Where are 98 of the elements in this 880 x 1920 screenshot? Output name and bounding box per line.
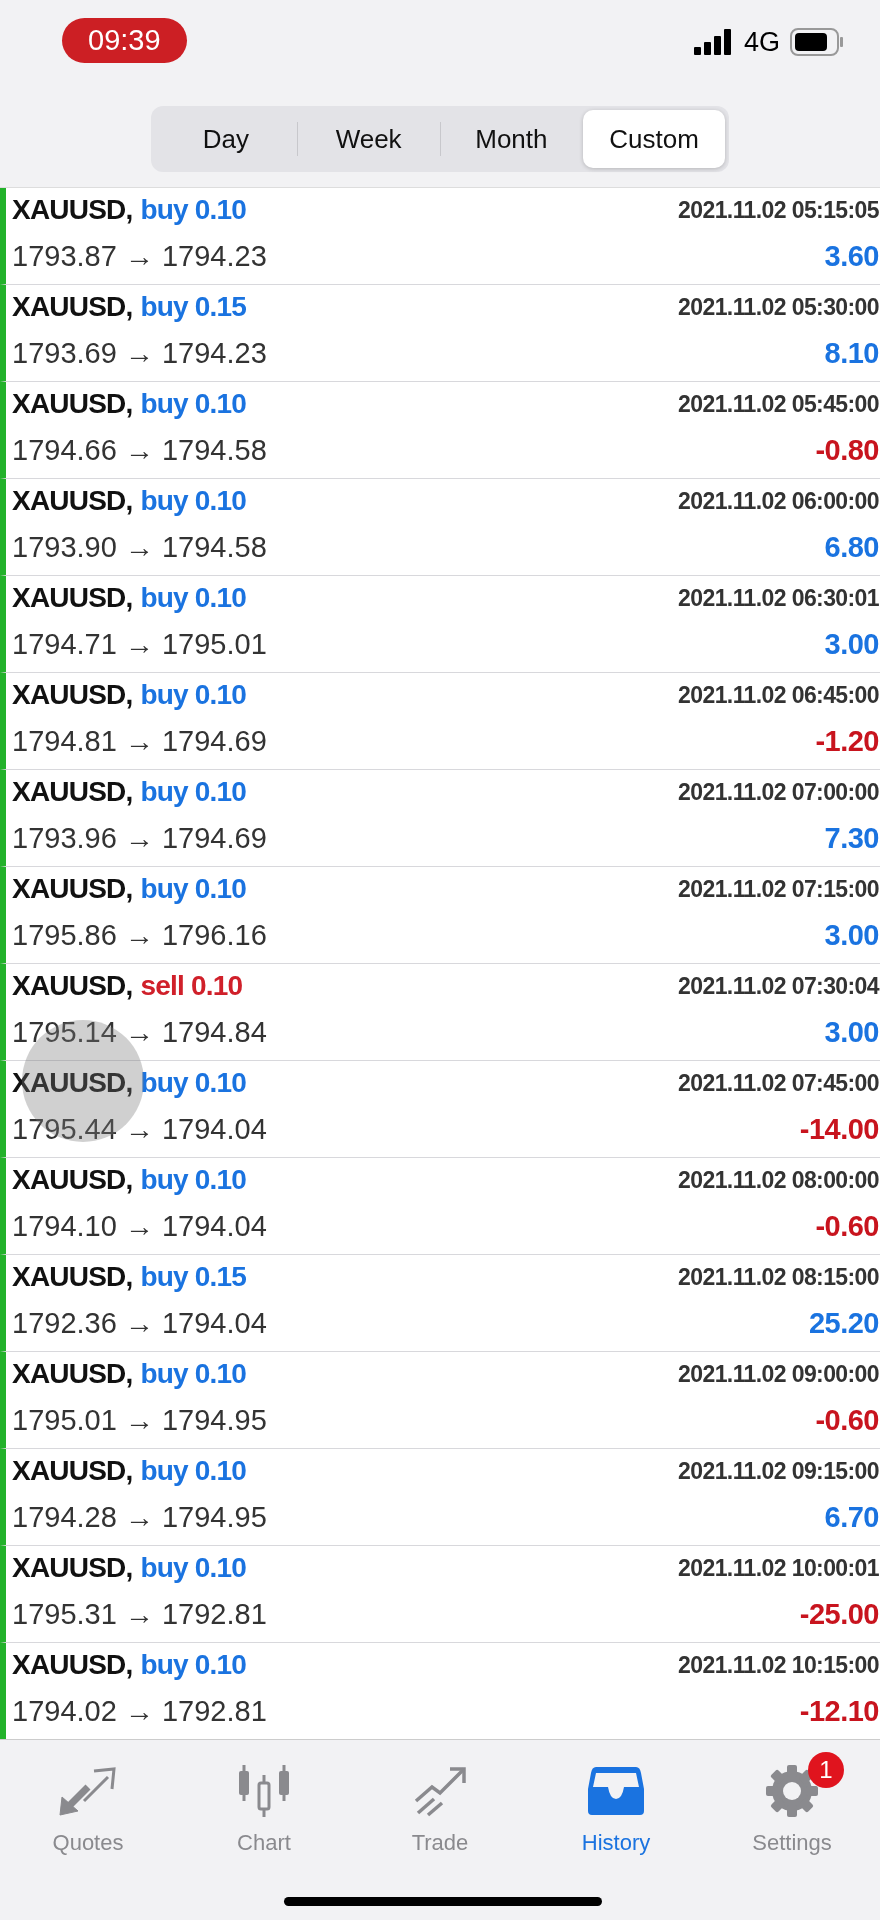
price-range: 1794.10 → 1794.04 (12, 1209, 268, 1243)
status-time: 09:39 (62, 17, 187, 63)
deal-time: 2021.11.02 10:15:00 (678, 1651, 879, 1679)
profit-value: -0.60 (815, 1403, 879, 1437)
deal-type-label: buy 0.10 (140, 679, 247, 711)
profit-value: -25.00 (799, 1597, 879, 1631)
symbol-label: XAUUSD, (12, 194, 133, 226)
price-range: 1794.81 → 1794.69 (12, 724, 268, 758)
deal-time: 2021.11.02 09:00:00 (678, 1360, 879, 1388)
profit-value: -0.80 (815, 433, 879, 467)
symbol-label: XAUUSD, (12, 1358, 133, 1390)
price-range: 1795.31 → 1792.81 (12, 1597, 268, 1631)
symbol-label: XAUUSD, (12, 485, 133, 517)
symbol-label: XAUUSD, (12, 873, 133, 905)
profit-value: -14.00 (799, 1112, 879, 1146)
deal-time: 2021.11.02 08:15:00 (678, 1263, 879, 1291)
deal-time: 2021.11.02 06:30:01 (678, 584, 879, 612)
symbol-label: XAUUSD, (12, 1261, 133, 1293)
deal-type-label: buy 0.10 (140, 776, 247, 808)
deal-time: 2021.11.02 07:00:00 (678, 778, 879, 806)
symbol-label: XAUUSD, (12, 582, 133, 614)
deal-type-label: sell 0.10 (140, 970, 243, 1002)
deal-type-label: buy 0.10 (140, 1552, 247, 1584)
deal-type-label: buy 0.10 (140, 194, 247, 226)
deal-time: 2021.11.02 08:00:00 (678, 1166, 879, 1194)
price-range: 1793.90 → 1794.58 (12, 530, 268, 564)
deal-type-label: buy 0.10 (140, 1067, 247, 1099)
deal-type-label: buy 0.10 (140, 582, 247, 614)
symbol-label: XAUUSD, (12, 970, 133, 1002)
symbol-label: XAUUSD, (12, 1552, 133, 1584)
deal-time: 2021.11.02 09:15:00 (678, 1457, 879, 1485)
deal-time: 2021.11.02 05:45:00 (678, 390, 879, 418)
deal-time: 2021.11.02 06:45:00 (678, 681, 879, 709)
profit-value: -12.10 (799, 1694, 879, 1728)
price-range: 1794.28 → 1794.95 (12, 1500, 268, 1534)
deal-type-label: buy 0.10 (140, 1164, 247, 1196)
period-tab[interactable]: Custom (583, 110, 725, 168)
price-range: 1795.01 → 1794.95 (12, 1403, 268, 1437)
price-range: 1795.86 → 1796.16 (12, 918, 268, 952)
deal-time: 2021.11.02 07:15:00 (678, 875, 879, 903)
deal-time: 2021.11.02 10:00:01 (678, 1554, 879, 1582)
symbol-label: XAUUSD, (12, 776, 133, 808)
price-range: 1794.66 → 1794.58 (12, 433, 268, 467)
profit-value: 3.00 (824, 1015, 879, 1049)
tab-bar-item[interactable]: History (528, 1756, 704, 1856)
price-range: 1794.02 → 1792.81 (12, 1694, 268, 1728)
period-tab[interactable]: Week (297, 110, 440, 168)
price-range: 1795.44 → 1794.04 (12, 1112, 268, 1146)
deal-type-label: buy 0.10 (140, 485, 247, 517)
price-range: 1793.87 → 1794.23 (12, 239, 268, 273)
deal-time: 2021.11.02 06:00:00 (678, 487, 879, 515)
deal-time: 2021.11.02 07:30:04 (678, 972, 879, 1000)
deal-type-label: buy 0.10 (140, 388, 247, 420)
period-tab[interactable]: Month (440, 110, 583, 168)
symbol-label: XAUUSD, (12, 679, 133, 711)
price-range: 1795.14 → 1794.84 (12, 1015, 268, 1049)
trend-arrow-icon (412, 1765, 468, 1817)
deal-type-label: buy 0.10 (140, 873, 247, 905)
battery-icon (790, 28, 844, 56)
deal-type-label: buy 0.10 (140, 1455, 247, 1487)
deal-type-label: buy 0.15 (140, 291, 247, 323)
tab-bar-item[interactable]: Quotes (0, 1756, 176, 1856)
symbol-label: XAUUSD, (12, 388, 133, 420)
symbol-label: XAUUSD, (12, 1649, 133, 1681)
candlestick-icon (236, 1763, 292, 1819)
signal-icon (693, 29, 734, 55)
symbol-label: XAUUSD, (12, 1164, 133, 1196)
tab-bar-item[interactable]: Trade (352, 1756, 528, 1856)
price-range: 1793.69 → 1794.23 (12, 336, 268, 370)
network-label: 4G (743, 26, 780, 58)
profit-value: -0.60 (815, 1209, 879, 1243)
profit-value: 3.00 (824, 918, 879, 952)
price-range: 1794.71 → 1795.01 (12, 627, 268, 661)
profit-value: 3.60 (824, 239, 879, 273)
tab-bar-item[interactable]: Chart (176, 1756, 352, 1856)
profit-value: 25.20 (808, 1306, 879, 1340)
inbox-tray-icon (588, 1765, 644, 1817)
period-tab[interactable]: Day (155, 110, 297, 168)
deal-time: 2021.11.02 05:15:05 (678, 196, 879, 224)
deal-type-label: buy 0.10 (140, 1649, 247, 1681)
symbol-label: XAUUSD, (12, 1067, 133, 1099)
deal-type-label: buy 0.10 (140, 1358, 247, 1390)
profit-value: 7.30 (824, 821, 879, 855)
profit-value: 6.70 (824, 1500, 879, 1534)
profit-value: 8.10 (824, 336, 879, 370)
symbol-label: XAUUSD, (12, 291, 133, 323)
deal-time: 2021.11.02 05:30:00 (678, 293, 879, 321)
profit-value: 6.80 (824, 530, 879, 564)
double-arrow-icon (58, 1765, 118, 1817)
profit-value: -1.20 (815, 724, 879, 758)
price-range: 1793.96 → 1794.69 (12, 821, 268, 855)
gear-icon (764, 1763, 820, 1819)
deal-time: 2021.11.02 07:45:00 (678, 1069, 879, 1097)
price-range: 1792.36 → 1794.04 (12, 1306, 268, 1340)
notification-badge: 1 (808, 1752, 844, 1788)
symbol-label: XAUUSD, (12, 1455, 133, 1487)
deal-type-label: buy 0.15 (140, 1261, 247, 1293)
profit-value: 3.00 (824, 627, 879, 661)
